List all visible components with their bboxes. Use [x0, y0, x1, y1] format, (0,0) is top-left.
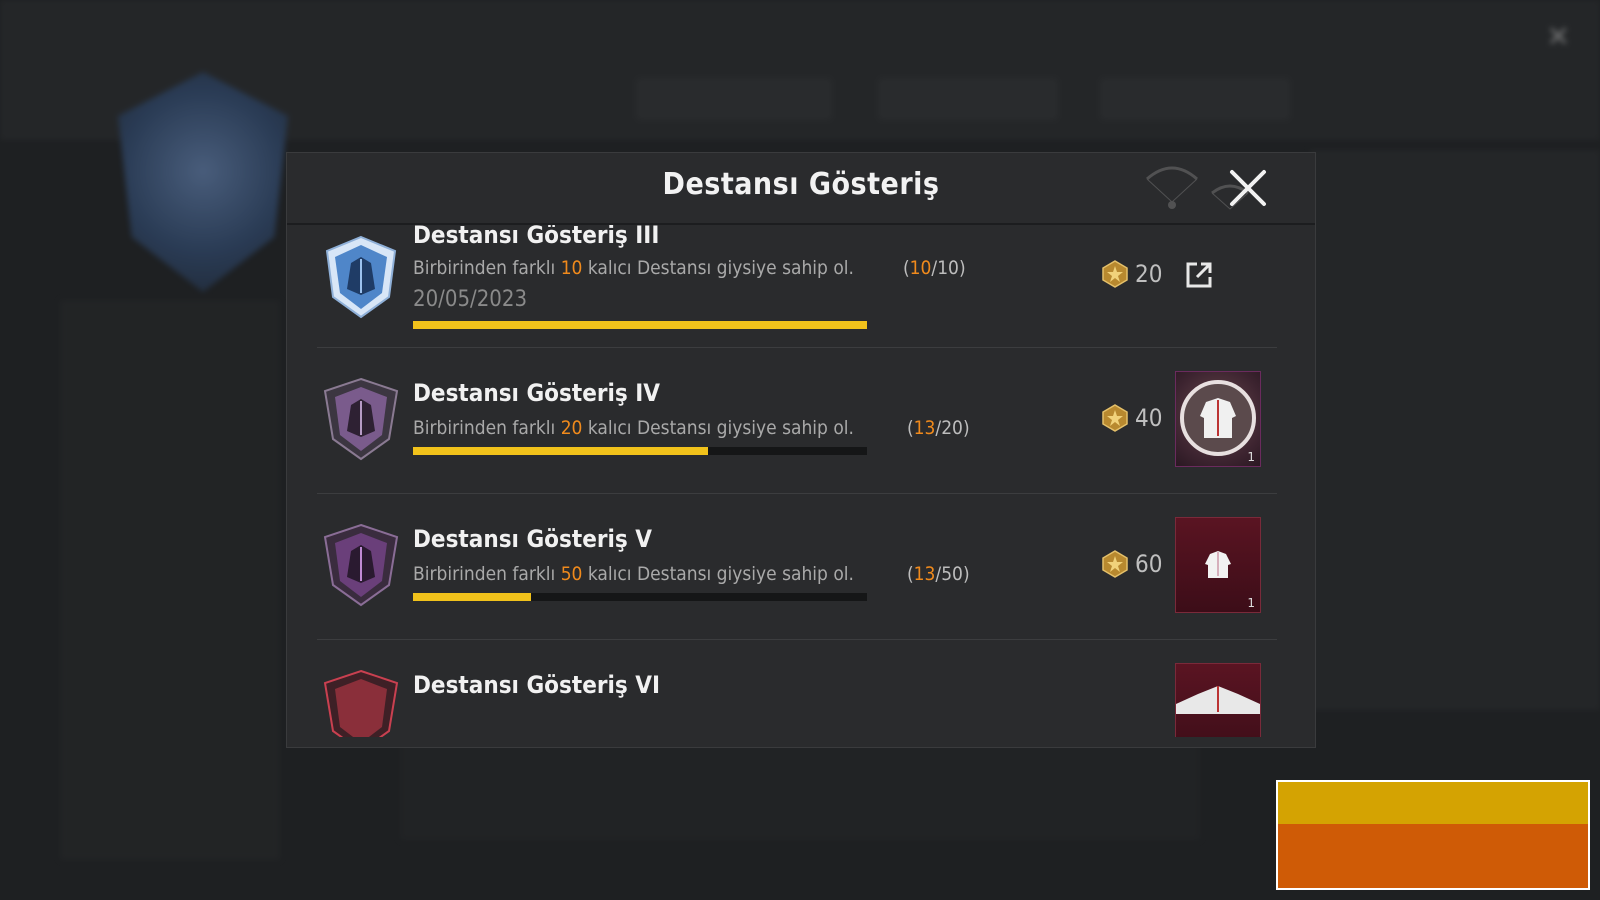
achievement-points-icon — [1102, 550, 1128, 578]
achievement-item-iii[interactable]: Destansı Gösteriş III Birbirinden farklı… — [317, 225, 1277, 348]
reward-quantity: 1 — [1247, 450, 1255, 464]
background-shield-icon — [118, 72, 288, 292]
background-dropdown-3 — [1100, 78, 1290, 120]
achievement-description: Birbirinden farklı 20 kalıcı Destansı gi… — [413, 417, 854, 439]
jacket-icon — [1176, 686, 1260, 714]
shield-badge-icon — [323, 523, 399, 607]
description-prefix: Birbirinden farklı — [413, 257, 561, 279]
reward-item[interactable]: 1 — [1175, 517, 1261, 613]
points-value: 40 — [1135, 404, 1163, 432]
achievement-description: Birbirinden farklı 50 kalıcı Destansı gi… — [413, 563, 854, 585]
points: 60 — [1101, 547, 1162, 581]
achievement-list[interactable]: Destansı Gösteriş III Birbirinden farklı… — [287, 225, 1315, 737]
close-icon[interactable] — [1227, 167, 1269, 209]
achievement-title: Destansı Gösteriş V — [413, 525, 652, 553]
achievement-item-vi[interactable]: Destansı Gösteriş VI — [317, 639, 1277, 737]
color-block-orange — [1278, 824, 1588, 888]
description-suffix: kalıcı Destansı giysiye sahip ol. — [582, 563, 854, 585]
progress-current: 13 — [913, 417, 936, 439]
progress-total: 50 — [941, 563, 963, 585]
shield-badge-icon — [323, 377, 399, 461]
description-count: 20 — [560, 417, 583, 439]
share-icon[interactable] — [1183, 259, 1215, 291]
progress-bar — [413, 593, 867, 601]
progress-total: 10 — [937, 257, 959, 279]
progress-bar — [413, 447, 867, 455]
background-dropdown-1 — [636, 78, 832, 120]
color-block — [1276, 780, 1590, 890]
progress-current: 10 — [909, 257, 932, 279]
modal-title: Destansı Gösteriş — [662, 167, 940, 202]
modal-header: Destansı Gösteriş — [287, 153, 1315, 225]
color-block-yellow — [1278, 782, 1588, 824]
background-left-column — [60, 300, 280, 860]
description-suffix: kalıcı Destansı giysiye sahip ol. — [582, 417, 854, 439]
progress-bar-fill — [413, 593, 532, 601]
shield-badge-icon — [323, 669, 399, 737]
background-close-icon: ✕ — [1546, 20, 1570, 53]
achievement-title: Destansı Gösteriş IV — [413, 379, 660, 407]
progress-text: (10/10) — [903, 257, 966, 279]
progress-text: (13/20) — [907, 417, 970, 439]
progress-bar — [413, 321, 867, 329]
achievement-item-v[interactable]: Destansı Gösteriş V Birbirinden farklı 5… — [317, 493, 1277, 640]
description-prefix: Birbirinden farklı — [413, 417, 561, 439]
points: 40 — [1101, 401, 1162, 435]
description-prefix: Birbirinden farklı — [413, 563, 561, 585]
reward-quantity: 1 — [1247, 596, 1255, 610]
points: 20 — [1101, 257, 1162, 291]
completion-date: 20/05/2023 — [413, 287, 528, 312]
achievement-description: Birbirinden farklı 10 kalıcı Destansı gi… — [413, 257, 854, 279]
achievement-points-icon — [1102, 260, 1128, 288]
background-bottom-bar — [400, 740, 1200, 840]
reward-item[interactable]: 1 — [1175, 371, 1261, 467]
progress-bar-fill — [413, 321, 867, 329]
reward-item[interactable] — [1175, 663, 1261, 737]
progress-total: 20 — [941, 417, 963, 439]
achievement-title: Destansı Gösteriş III — [413, 225, 660, 249]
progress-text: (13/50) — [907, 563, 970, 585]
progress-bar-fill — [413, 447, 709, 455]
description-suffix: kalıcı Destansı giysiye sahip ol. — [582, 257, 854, 279]
achievement-modal: Destansı Gösteriş Destansı Gösteriş III … — [286, 152, 1316, 748]
achievement-title: Destansı Gösteriş VI — [413, 671, 660, 699]
achievement-points-icon — [1102, 404, 1128, 432]
achievement-item-iv[interactable]: Destansı Gösteriş IV Birbirinden farklı … — [317, 347, 1277, 494]
points-value: 60 — [1135, 550, 1163, 578]
progress-current: 13 — [913, 563, 936, 585]
description-count: 10 — [560, 257, 583, 279]
background-dropdown-2 — [878, 78, 1058, 120]
points-value: 20 — [1135, 260, 1163, 288]
background-right-column — [1310, 150, 1600, 710]
shield-badge-icon — [325, 235, 397, 319]
description-count: 50 — [560, 563, 583, 585]
